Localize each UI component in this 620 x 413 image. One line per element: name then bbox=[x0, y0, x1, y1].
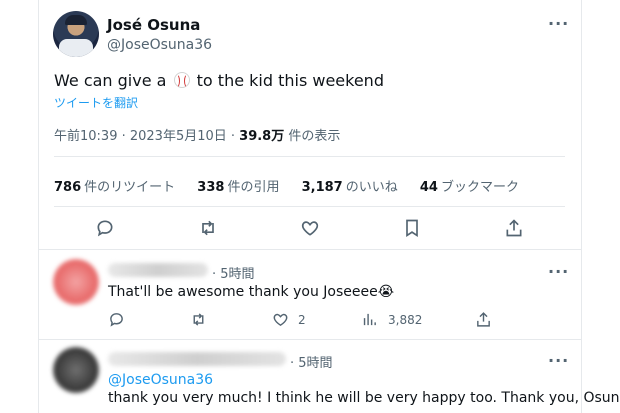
tweet-text-before: We can give a bbox=[54, 71, 167, 90]
like-icon[interactable] bbox=[300, 218, 320, 238]
quote-count-stat[interactable]: 338 件の引用 bbox=[197, 180, 279, 195]
like-count-stat[interactable]: 3,187 のいいね bbox=[302, 180, 398, 195]
reply-time[interactable]: · 5時間 bbox=[290, 352, 333, 371]
view-count: 39.8万 bbox=[239, 129, 285, 144]
author-avatar[interactable] bbox=[53, 11, 99, 57]
tweet-meta: 午前10:39 · 2023年5月10日 · 39.8万 件の表示 bbox=[54, 125, 340, 144]
share-icon[interactable] bbox=[504, 218, 524, 238]
reply-icon[interactable] bbox=[95, 218, 115, 238]
tweet-text: We can give a to the kid this weekend bbox=[54, 71, 384, 90]
author-name[interactable]: José Osuna bbox=[107, 16, 200, 34]
bookmark-icon[interactable] bbox=[402, 218, 422, 238]
reply-icon[interactable] bbox=[108, 311, 125, 328]
translate-link[interactable]: ツイートを翻訳 bbox=[54, 94, 138, 111]
reply-text: thank you very much! I think he will be … bbox=[108, 390, 620, 406]
more-icon[interactable]: ··· bbox=[548, 351, 569, 370]
retweet-count-stat[interactable]: 786 件のリツイート bbox=[54, 180, 175, 195]
reply-view-count: 3,882 bbox=[388, 313, 423, 327]
divider bbox=[54, 156, 565, 157]
retweet-icon[interactable] bbox=[190, 311, 207, 328]
divider bbox=[54, 206, 565, 207]
reply-like-count: 2 bbox=[298, 313, 306, 327]
tweet-stats: 786 件のリツイート 338 件の引用 3,187 のいいね 44 ブックマーク bbox=[54, 176, 537, 195]
tweet-text-after: to the kid this weekend bbox=[196, 71, 384, 90]
reply-time[interactable]: · 5時間 bbox=[212, 263, 255, 282]
author-handle[interactable]: @JoseOsuna36 bbox=[107, 37, 212, 53]
share-icon[interactable] bbox=[475, 311, 492, 328]
more-icon[interactable]: ··· bbox=[548, 14, 569, 33]
reply-avatar[interactable] bbox=[53, 347, 99, 393]
bookmark-count-stat[interactable]: 44 ブックマーク bbox=[420, 180, 519, 195]
view-label: 件の表示 bbox=[284, 129, 341, 144]
more-icon[interactable]: ··· bbox=[548, 262, 569, 281]
reply-author-blurred[interactable] bbox=[108, 263, 208, 277]
reply-author-blurred[interactable] bbox=[108, 352, 286, 366]
views-icon[interactable] bbox=[361, 311, 378, 328]
reply-avatar[interactable] bbox=[53, 259, 99, 305]
divider bbox=[38, 339, 582, 340]
retweet-icon[interactable] bbox=[198, 218, 218, 238]
reply-mention[interactable]: @JoseOsuna36 bbox=[108, 372, 213, 388]
tweet-time[interactable]: 午前10:39 · 2023年5月10日 · bbox=[54, 129, 239, 144]
divider bbox=[38, 249, 582, 250]
reply-text: That'll be awesome thank you Joseeee😭 bbox=[108, 284, 395, 300]
like-icon[interactable] bbox=[272, 311, 289, 328]
baseball-icon bbox=[173, 72, 190, 88]
